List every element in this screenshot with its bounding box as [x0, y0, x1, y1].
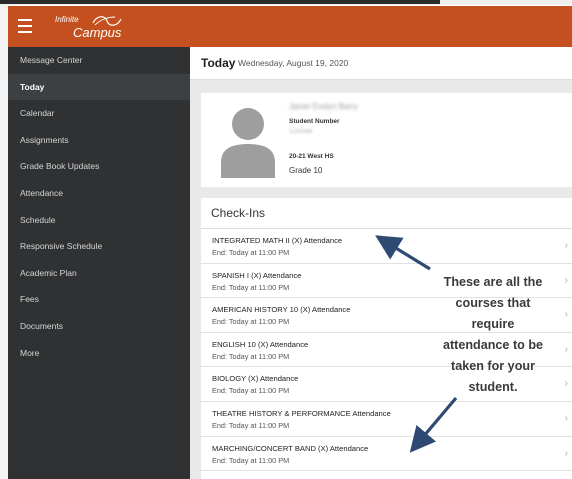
sidebar-item-fees[interactable]: Fees	[8, 286, 190, 313]
checkin-end-time: End: Today at 11:00 PM	[212, 351, 290, 361]
top-edge-dark	[0, 0, 440, 4]
sidebar-item-documents[interactable]: Documents	[8, 313, 190, 340]
top-edge	[0, 0, 572, 5]
checkin-end-time: End: Today at 11:00 PM	[212, 248, 290, 257]
checkin-row[interactable]: INTEGRATED MATH II (X) Attendance End: T…	[201, 229, 572, 264]
checkin-course-name: AMERICAN HISTORY 10 (X) Attendance	[212, 305, 351, 315]
student-number-label: Student Number	[289, 118, 340, 125]
student-number: 1234568	[289, 129, 313, 135]
checkin-end-time: End: Today at 11:00 PM	[212, 455, 290, 465]
app-header: Infinite Campus	[8, 6, 572, 47]
chevron-right-icon: ›	[564, 378, 568, 390]
sidebar: Message Center Today Calendar Assignment…	[8, 47, 190, 479]
chevron-right-icon: ›	[564, 447, 568, 459]
sidebar-item-grade-book-updates[interactable]: Grade Book Updates	[8, 153, 190, 180]
checkin-course-name: ENGLISH 10 (X) Attendance	[212, 339, 309, 349]
checkin-row[interactable]: MARCHING/CONCERT BAND (X) Attendance End…	[201, 437, 572, 472]
annotation-line: student.	[468, 380, 518, 394]
checkins-title: Check-Ins	[211, 206, 266, 220]
person-silhouette-icon	[221, 108, 275, 178]
sidebar-item-message-center[interactable]: Message Center	[8, 47, 190, 74]
checkin-end-time: End: Today at 11:00 PM	[212, 317, 290, 327]
sidebar-item-academic-plan[interactable]: Academic Plan	[8, 260, 190, 287]
sidebar-item-calendar[interactable]: Calendar	[8, 100, 190, 127]
student-card[interactable]: Jamie Evelyn Barry Student Number 123456…	[201, 93, 572, 187]
chevron-right-icon: ›	[564, 274, 568, 286]
annotation-line: These are all the	[443, 275, 543, 289]
annotation-line: taken for your	[451, 359, 535, 373]
annotation-callout: These are all the courses that require a…	[424, 272, 562, 398]
chevron-right-icon: ›	[564, 309, 568, 321]
sidebar-item-more[interactable]: More	[8, 340, 190, 367]
student-school: 20-21 West HS	[289, 153, 334, 160]
student-grade: Grade 10	[289, 166, 323, 175]
sidebar-item-today[interactable]: Today	[8, 73, 190, 101]
student-name: Jamie Evelyn Barry	[289, 102, 358, 111]
checkin-course-name: MARCHING/CONCERT BAND (X) Attendance	[212, 443, 369, 453]
chevron-right-icon: ›	[564, 343, 568, 355]
checkin-end-time: End: Today at 11:00 PM	[212, 282, 290, 292]
checkin-end-time: End: Today at 11:00 PM	[212, 421, 290, 430]
checkin-course-name: BIOLOGY (X) Attendance	[212, 374, 299, 384]
annotation-line: courses that	[455, 296, 531, 310]
annotation-line: require	[471, 317, 515, 331]
checkin-end-time: End: Today at 11:00 PM	[212, 386, 290, 396]
sidebar-item-responsive-schedule[interactable]: Responsive Schedule	[8, 233, 190, 260]
page-title: Today	[201, 56, 236, 70]
sidebar-item-attendance[interactable]: Attendance	[8, 180, 190, 207]
checkin-course-name: INTEGRATED MATH II (X) Attendance	[212, 236, 343, 245]
main-content: Today Wednesday, August 19, 2020 Jamie E…	[190, 47, 572, 479]
chevron-right-icon: ›	[564, 240, 568, 251]
logo-text-bottom: Campus	[73, 25, 122, 40]
logo-text-top: Infinite	[55, 15, 79, 24]
checkin-course-name: SPANISH I (X) Attendance	[212, 270, 302, 280]
annotation-line: attendance to be	[442, 338, 544, 352]
hamburger-menu-icon[interactable]	[18, 19, 32, 33]
infinite-campus-logo[interactable]: Infinite Campus	[55, 13, 135, 41]
checkin-row[interactable]: THEATRE HISTORY & PERFORMANCE Attendance…	[201, 402, 572, 437]
sidebar-item-schedule[interactable]: Schedule	[8, 207, 190, 234]
chevron-right-icon: ›	[564, 413, 568, 424]
sidebar-item-assignments[interactable]: Assignments	[8, 127, 190, 154]
left-edge	[0, 5, 8, 479]
page-date: Wednesday, August 19, 2020	[238, 58, 349, 68]
page-header: Today Wednesday, August 19, 2020	[190, 47, 572, 80]
app-window: Infinite Campus Message Center Today Cal…	[0, 0, 572, 479]
checkin-course-name: THEATRE HISTORY & PERFORMANCE Attendance	[212, 409, 391, 418]
